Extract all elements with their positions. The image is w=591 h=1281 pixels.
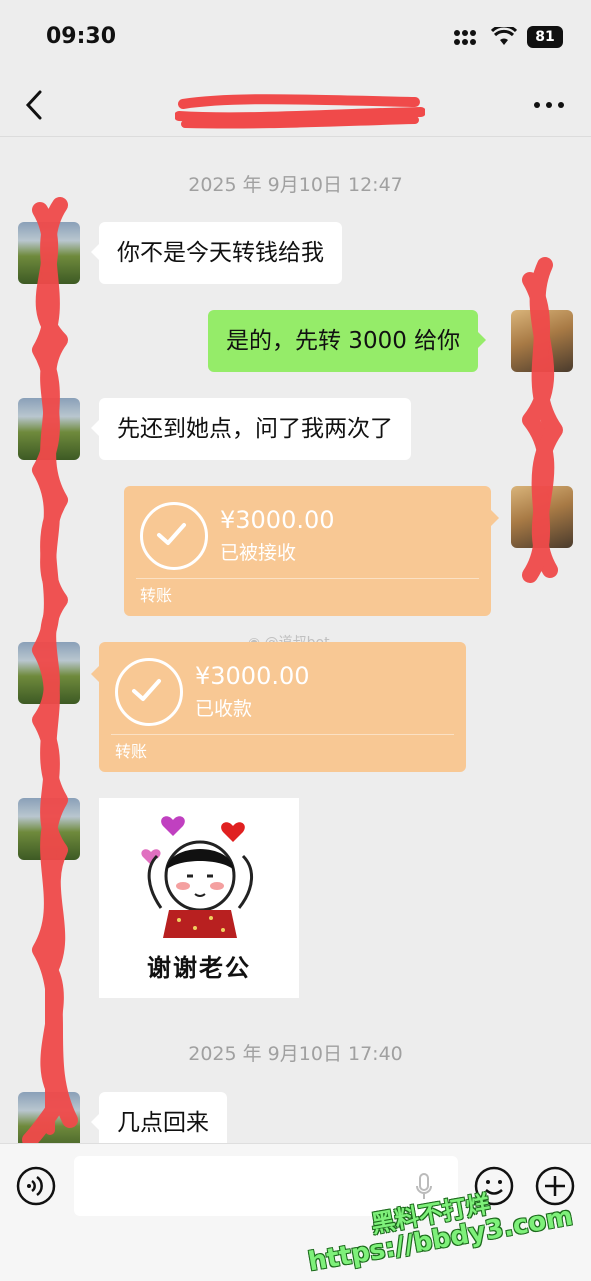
transfer-amount: ¥3000.00 — [220, 506, 335, 534]
avatar-contact[interactable] — [18, 398, 80, 460]
transfer-card-sent[interactable]: ¥3000.00 已被接收 转账 — [124, 486, 499, 616]
more-dots-icon[interactable] — [531, 90, 567, 120]
chat-timestamp: 2025 年 9月10日 12:47 — [188, 174, 403, 196]
check-circle-icon — [140, 502, 208, 570]
transfer-divider — [111, 734, 454, 735]
battery-level: 81 — [535, 29, 555, 45]
transfer-label: 转账 — [140, 586, 173, 605]
avatar-self[interactable] — [511, 486, 573, 548]
status-icons: 81 — [453, 26, 563, 48]
transfer-label: 转账 — [115, 742, 148, 761]
check-circle-icon — [115, 658, 183, 726]
avatar-contact[interactable] — [18, 642, 80, 704]
sticker-caption: 谢谢老公 — [147, 954, 251, 982]
chevron-left-icon[interactable] — [18, 88, 52, 122]
battery-icon: 81 — [527, 26, 563, 48]
message-bubble-sent[interactable]: 是的，先转 3000 给你 — [208, 310, 487, 372]
transfer-status: 已收款 — [195, 698, 253, 720]
chat-timestamp: 2025 年 9月10日 17:40 — [188, 1043, 403, 1065]
avatar-self[interactable] — [511, 310, 573, 372]
sticker-image — [141, 816, 253, 938]
signal-icon — [454, 30, 476, 45]
transfer-card-received[interactable]: ¥3000.00 已收款 转账 — [91, 642, 466, 772]
message-bubble-received[interactable]: 你不是今天转钱给我 — [91, 222, 342, 284]
wifi-icon — [491, 27, 517, 45]
transfer-status: 已被接收 — [220, 542, 297, 564]
avatar-contact[interactable] — [18, 798, 80, 860]
chat-header — [0, 76, 591, 137]
transfer-amount: ¥3000.00 — [195, 662, 310, 690]
transfer-divider — [136, 578, 479, 579]
message-bubble-received[interactable]: 先还到她点，问了我两次了 — [91, 398, 411, 460]
avatar-contact[interactable] — [18, 222, 80, 284]
plus-icon[interactable] — [535, 1166, 575, 1206]
status-time: 09:30 — [46, 24, 117, 49]
voice-icon[interactable] — [16, 1166, 56, 1206]
sticker-message[interactable]: 谢谢老公 — [99, 798, 299, 998]
